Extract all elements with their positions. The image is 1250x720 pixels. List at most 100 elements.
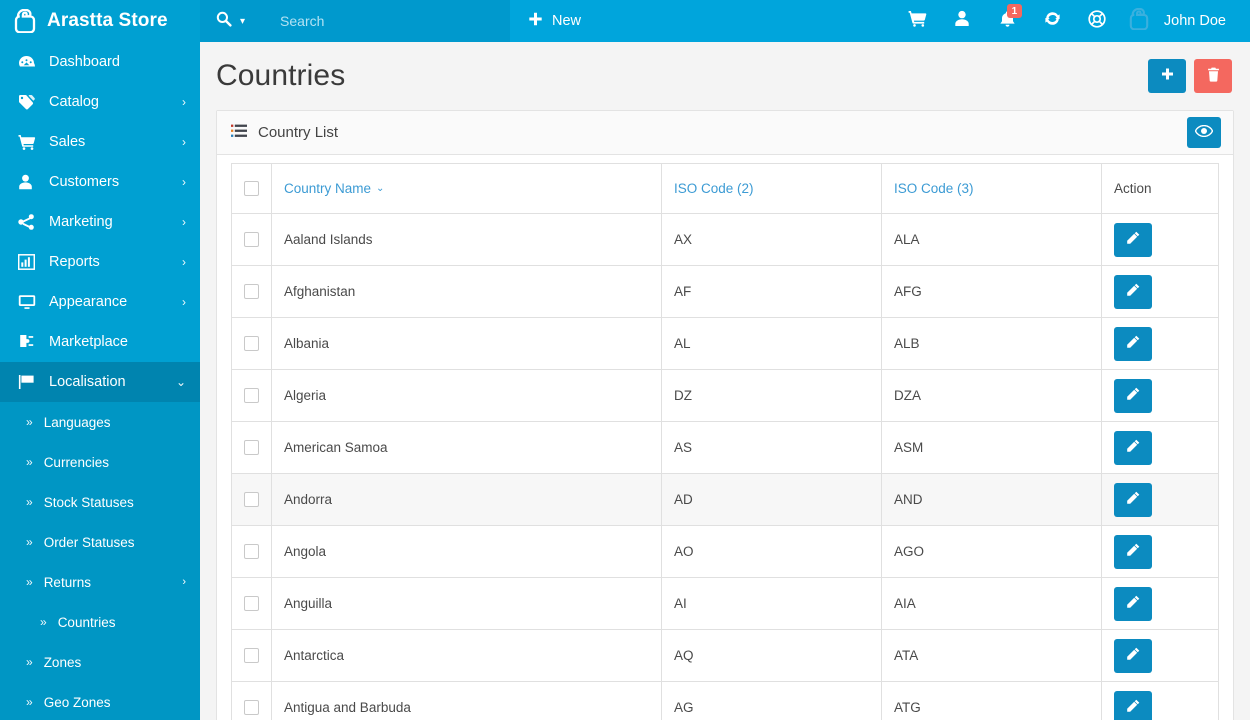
notifications-icon-button[interactable]: 1 [985, 0, 1030, 42]
table-row[interactable]: Antigua and Barbuda AG ATG [231, 681, 1219, 720]
flag-icon [18, 373, 40, 391]
double-chevron-icon: » [26, 415, 33, 429]
sidebar-item-marketplace[interactable]: Marketplace [0, 322, 200, 362]
row-checkbox[interactable] [244, 336, 259, 352]
edit-button[interactable] [1114, 534, 1152, 569]
table-row[interactable]: American Samoa AS ASM [231, 421, 1219, 474]
brand-logo-link[interactable]: Arastta Store [0, 0, 200, 42]
row-select-cell [231, 369, 272, 422]
edit-button[interactable] [1114, 482, 1152, 517]
sidebar-item-appearance[interactable]: Appearance › [0, 282, 200, 322]
edit-button[interactable] [1114, 274, 1152, 309]
sidebar-item-localisation[interactable]: Localisation ⌄ [0, 362, 200, 402]
chevron-right-icon: › [182, 175, 186, 189]
cell-action [1101, 681, 1219, 720]
cell-iso3: AIA [881, 577, 1102, 630]
sidebar-item-label: Stock Statuses [43, 494, 134, 510]
sidebar-submenu-localisation: » Languages » Currencies » Stock Statuse… [0, 402, 200, 720]
topbar-icon-group: 1 John Doe [895, 0, 1250, 42]
cell-iso2: AD [661, 473, 882, 526]
sidebar-item-reports[interactable]: Reports › [0, 242, 200, 282]
sidebar-item-sales[interactable]: Sales › [0, 122, 200, 162]
sidebar-item-countries[interactable]: » Countries [0, 602, 200, 642]
edit-button[interactable] [1114, 638, 1152, 673]
sort-iso3-link[interactable]: ISO Code (3) [894, 181, 974, 196]
sidebar-item-catalog[interactable]: Catalog › [0, 82, 200, 122]
edit-button[interactable] [1114, 326, 1152, 361]
sidebar-item-label: Marketing [49, 214, 113, 230]
chevron-right-icon: › [182, 255, 186, 269]
delete-button[interactable] [1194, 59, 1232, 93]
cell-iso3: ALB [881, 317, 1102, 370]
table-row[interactable]: Albania AL ALB [231, 317, 1219, 370]
search-input[interactable] [278, 12, 510, 30]
cell-country-name: American Samoa [271, 421, 662, 474]
sidebar-item-geo-zones[interactable]: » Geo Zones [0, 682, 200, 720]
cell-iso3: AFG [881, 265, 1102, 318]
select-all-checkbox[interactable] [244, 181, 259, 197]
sidebar-item-returns[interactable]: » Returns › [0, 562, 200, 602]
dashboard-gauge-icon [18, 53, 40, 71]
desktop-monitor-icon [18, 293, 40, 311]
sidebar-item-zones[interactable]: » Zones [0, 642, 200, 682]
support-icon-button[interactable] [1075, 0, 1120, 42]
account-icon-button[interactable] [940, 0, 985, 42]
sort-country-name-link[interactable]: Country Name ⌄ [284, 181, 384, 196]
username-label[interactable]: John Doe [1158, 13, 1240, 29]
table-container: Country Name ⌄ ISO Code (2) ISO Code (3)… [217, 155, 1233, 720]
sidebar-item-marketing[interactable]: Marketing › [0, 202, 200, 242]
user-icon [18, 173, 40, 191]
shopping-cart-icon [18, 133, 40, 151]
refresh-icon-button[interactable] [1030, 0, 1075, 42]
column-header-action: Action [1101, 163, 1219, 214]
arastta-logo-icon [14, 8, 36, 34]
table-row[interactable]: Angola AO AGO [231, 525, 1219, 578]
row-select-cell [231, 213, 272, 266]
row-checkbox[interactable] [244, 284, 259, 300]
sidebar-item-order-statuses[interactable]: » Order Statuses [0, 522, 200, 562]
cell-iso2: AS [661, 421, 882, 474]
table-row[interactable]: Antarctica AQ ATA [231, 629, 1219, 682]
edit-button[interactable] [1114, 222, 1152, 257]
new-button[interactable]: New [510, 0, 599, 42]
sidebar-item-label: Returns [43, 574, 91, 590]
row-checkbox[interactable] [244, 492, 259, 508]
double-chevron-icon: » [26, 575, 33, 589]
sidebar-item-stock-statuses[interactable]: » Stock Statuses [0, 482, 200, 522]
cart-icon-button[interactable] [895, 0, 940, 42]
row-checkbox[interactable] [244, 440, 259, 456]
main-content: Countries Country List Country Name ⌄ IS… [200, 42, 1250, 720]
edit-button[interactable] [1114, 586, 1152, 621]
sort-iso2-link[interactable]: ISO Code (2) [674, 181, 754, 196]
sidebar-item-languages[interactable]: » Languages [0, 402, 200, 442]
edit-button[interactable] [1114, 690, 1152, 720]
table-row[interactable]: Aaland Islands AX ALA [231, 213, 1219, 266]
column-label: ISO Code (3) [894, 181, 974, 196]
row-select-cell [231, 473, 272, 526]
sidebar: Arastta Store Dashboard Catalog › Sales … [0, 0, 200, 720]
preview-button[interactable] [1187, 117, 1221, 148]
countries-table: Country Name ⌄ ISO Code (2) ISO Code (3)… [231, 163, 1219, 720]
search-button[interactable]: ▾ [216, 11, 245, 32]
row-checkbox[interactable] [244, 700, 259, 716]
row-checkbox[interactable] [244, 544, 259, 560]
sidebar-item-dashboard[interactable]: Dashboard [0, 42, 200, 82]
table-row[interactable]: Algeria DZ DZA [231, 369, 1219, 422]
add-button[interactable] [1148, 59, 1186, 93]
row-checkbox[interactable] [244, 388, 259, 404]
edit-button[interactable] [1114, 430, 1152, 465]
edit-button[interactable] [1114, 378, 1152, 413]
cell-country-name: Antigua and Barbuda [271, 681, 662, 720]
top-navbar: ▾ New 1 [200, 0, 1250, 42]
cell-action [1101, 317, 1219, 370]
avatar[interactable] [1120, 0, 1158, 42]
table-row[interactable]: Afghanistan AF AFG [231, 265, 1219, 318]
table-row[interactable]: Andorra AD AND [231, 473, 1219, 526]
row-checkbox[interactable] [244, 648, 259, 664]
cell-action [1101, 473, 1219, 526]
table-row[interactable]: Anguilla AI AIA [231, 577, 1219, 630]
row-checkbox[interactable] [244, 596, 259, 612]
row-checkbox[interactable] [244, 232, 259, 248]
sidebar-item-customers[interactable]: Customers › [0, 162, 200, 202]
sidebar-item-currencies[interactable]: » Currencies [0, 442, 200, 482]
